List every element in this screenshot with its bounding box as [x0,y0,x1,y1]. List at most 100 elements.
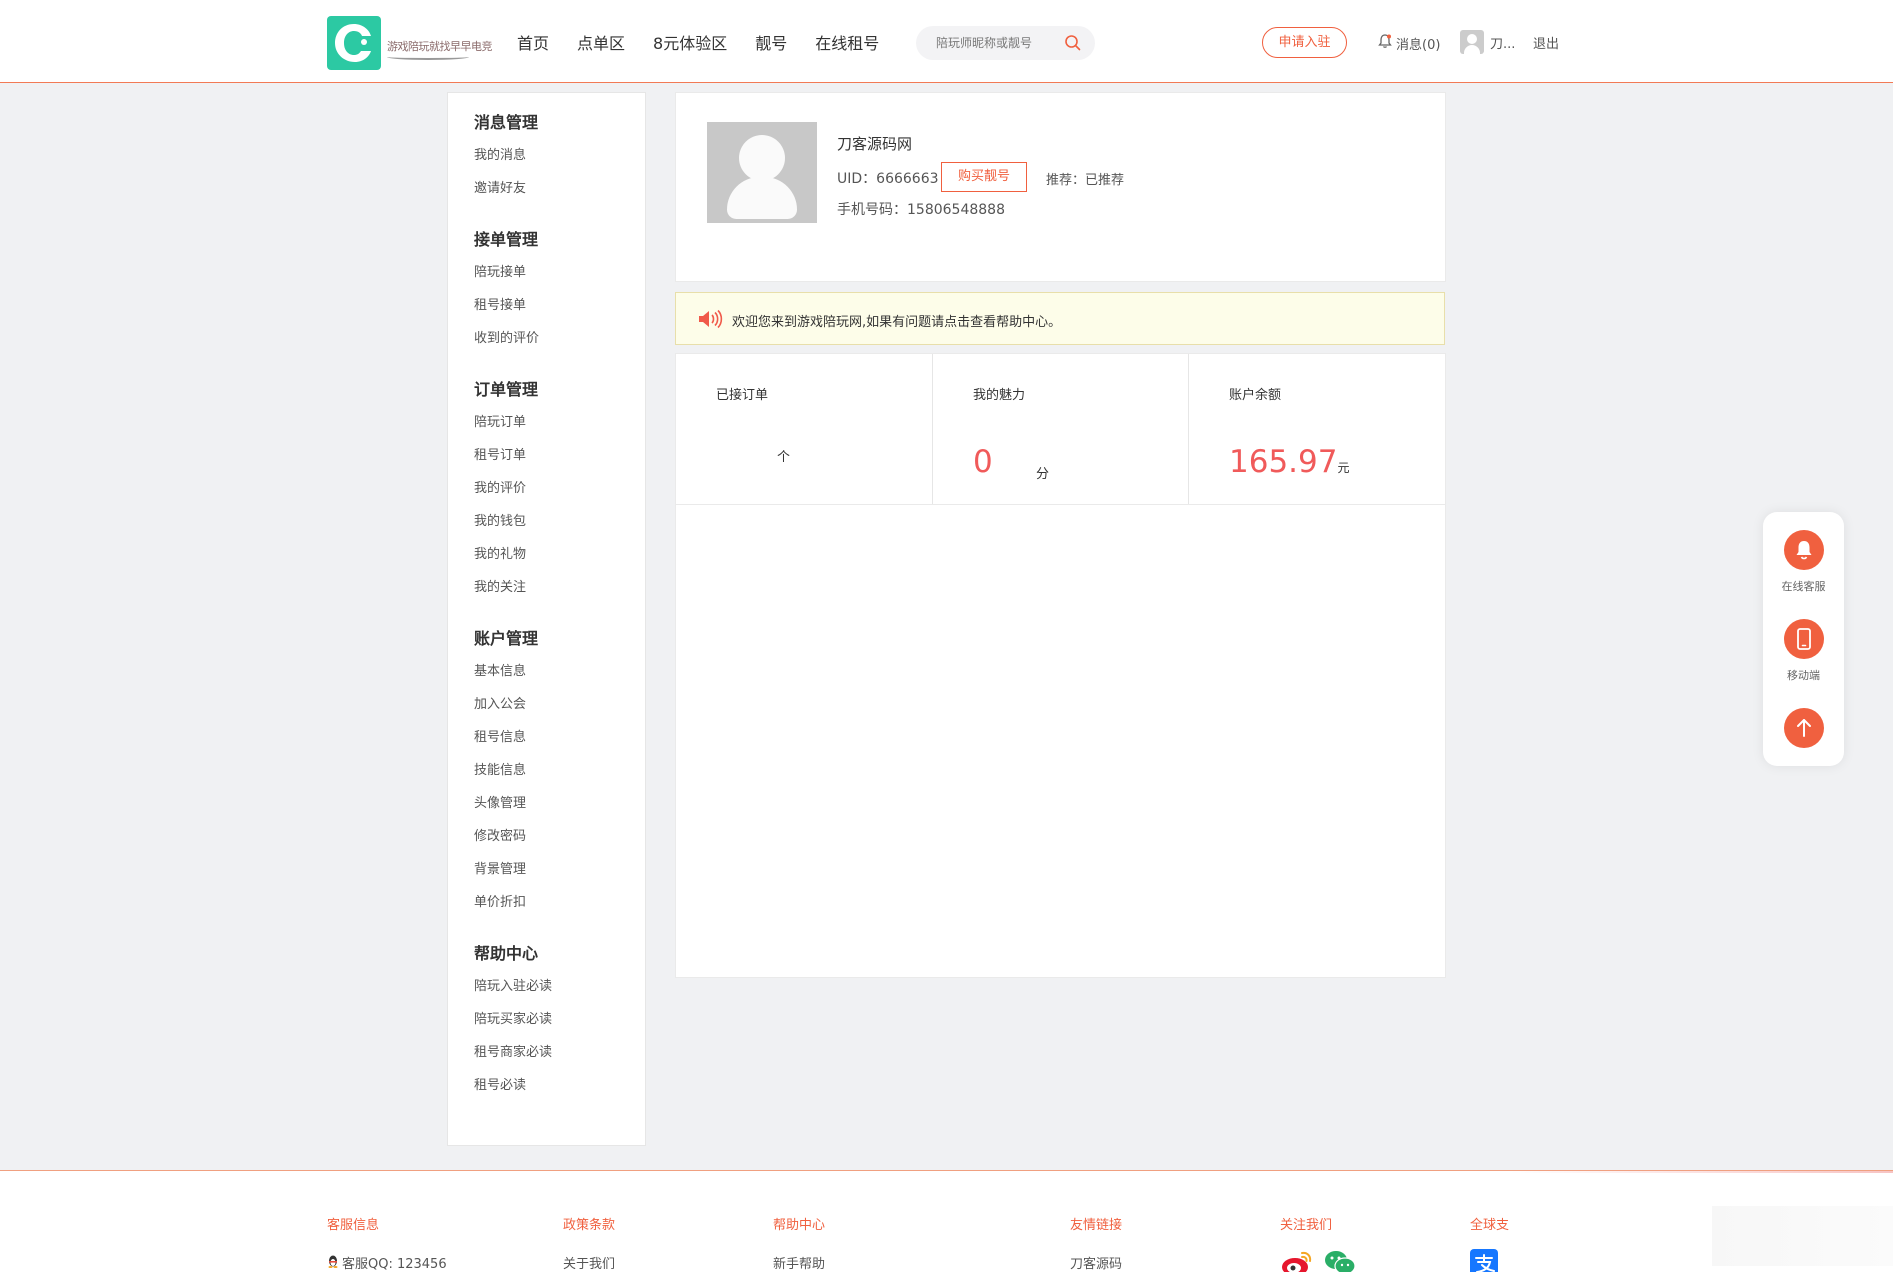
site-logo[interactable]: 游戏陪玩就找早早电竞 [327,16,493,71]
user-avatar-icon [1460,30,1484,54]
footer-title: 友情链接 [1070,1218,1123,1233]
messages-link[interactable]: 消息(0) [1377,33,1440,53]
sidebar-item-avatar-management[interactable]: 头像管理 [474,787,538,820]
mobile-phone-icon [1783,619,1824,659]
bell-icon [1377,33,1393,53]
stat-value: 165.97 [1229,444,1338,480]
footer-col-policy: 政策条款 关于我们 [563,1214,615,1272]
footer-item-qq[interactable]: 客服QQ: 123456 [327,1253,447,1272]
nav-trial-zone[interactable]: 8元体验区 [653,30,727,54]
profile-avatar[interactable] [707,122,817,223]
user-menu[interactable]: 刀... [1460,30,1515,54]
social-icons [1280,1249,1356,1272]
footer-faded-area [1712,1206,1893,1266]
sidebar-item-basic-info[interactable]: 基本信息 [474,655,538,688]
sidebar-item-my-gifts[interactable]: 我的礼物 [474,538,538,571]
content-area [675,505,1446,978]
nav-account-rental[interactable]: 在线租号 [815,30,879,54]
footer-item-link[interactable]: 刀客源码 [1070,1253,1122,1272]
profile-recommend-status: 推荐：已推荐 [1046,173,1125,188]
stat-received-orders: 已接订单 个 [676,354,932,504]
stat-label: 账户余额 [1229,388,1282,403]
sidebar-item-buyer-guide[interactable]: 陪玩买家必读 [474,1003,552,1036]
user-name: 刀... [1490,36,1516,52]
sidebar-item-rental-info[interactable]: 租号信息 [474,721,538,754]
sidebar-item-rental-orders-taking[interactable]: 租号接单 [474,289,539,322]
sidebar-section-account: 账户管理 基本信息 加入公会 租号信息 技能信息 头像管理 修改密码 背景管理 … [474,623,538,919]
sidebar-item-rental-guide[interactable]: 租号必读 [474,1069,552,1102]
footer-accent-bar [1510,1171,1893,1173]
sidebar-item-my-follows[interactable]: 我的关注 [474,571,538,604]
mobile-label: 移动端 [1787,669,1820,682]
sidebar-item-companion-join-guide[interactable]: 陪玩入驻必读 [474,970,552,1003]
weibo-icon[interactable] [1280,1249,1314,1272]
nav-home[interactable]: 首页 [517,30,549,54]
profile-name: 刀客源码网 [837,135,913,153]
footer-title: 政策条款 [563,1218,616,1233]
stat-label: 已接订单 [716,388,769,403]
alipay-icon[interactable] [1470,1249,1498,1272]
logout-link[interactable]: 退出 [1533,33,1559,52]
buy-premium-id-button[interactable]: 购买靓号 [941,162,1027,192]
apply-join-button[interactable]: 申请入驻 [1262,27,1347,58]
bell-service-icon [1783,530,1824,570]
sidebar-title: 接单管理 [474,230,539,249]
footer-item-beginner-help[interactable]: 新手帮助 [773,1253,825,1272]
online-service-label: 在线客服 [1781,580,1826,593]
footer-col-links: 友情链接 刀客源码 [1070,1214,1122,1272]
sidebar-item-my-messages[interactable]: 我的消息 [474,139,538,172]
sidebar-title: 帮助中心 [474,944,539,963]
sidebar-item-play-orders[interactable]: 陪玩订单 [474,406,538,439]
dolphin-logo-icon [327,16,381,70]
sidebar-item-join-guild[interactable]: 加入公会 [474,688,538,721]
sidebar-item-rental-orders[interactable]: 租号订单 [474,439,538,472]
messages-label: 消息(0) [1396,37,1441,53]
footer-title: 全球支 [1470,1218,1510,1233]
stat-balance: 账户余额 165.97元 [1188,354,1444,504]
floating-toolbar: 在线客服 移动端 [1763,512,1844,766]
search-icon[interactable] [1064,34,1082,56]
back-to-top-button[interactable] [1763,708,1844,748]
balance-display: 165.97元 [1229,444,1350,480]
nav-premium-id[interactable]: 靓号 [755,30,787,54]
stat-unit: 个 [777,450,791,465]
footer-item-text: 客服QQ: 123456 [342,1257,447,1272]
sidebar-title: 消息管理 [474,113,539,132]
footer-col-service: 客服信息 客服QQ: 123456 [327,1214,447,1272]
sidebar-section-messages: 消息管理 我的消息 邀请好友 [474,107,538,205]
profile-uid: UID：6666663 [837,171,939,187]
footer-col-follow: 关注我们 [1280,1214,1356,1272]
nav-order-zone[interactable]: 点单区 [577,30,625,54]
sidebar: 消息管理 我的消息 邀请好友 接单管理 陪玩接单 租号接单 收到的评价 订单管理… [447,92,646,1146]
search-input[interactable] [936,33,1066,53]
logo-text: 游戏陪玩就找早早电竞 [387,40,493,53]
sidebar-item-background-management[interactable]: 背景管理 [474,853,538,886]
speaker-icon [697,309,723,333]
sidebar-item-play-orders-taking[interactable]: 陪玩接单 [474,256,539,289]
sidebar-item-my-reviews[interactable]: 我的评价 [474,472,538,505]
footer-item-about-us[interactable]: 关于我们 [563,1253,615,1272]
avatar-body-shape [727,177,797,219]
sidebar-item-change-password[interactable]: 修改密码 [474,820,538,853]
top-header: 游戏陪玩就找早早电竞 首页 点单区 8元体验区 靓号 在线租号 申请入驻 消息(… [0,0,1893,83]
online-service-button[interactable]: 在线客服 [1763,530,1844,594]
sidebar-item-skill-info[interactable]: 技能信息 [474,754,538,787]
sidebar-section-help: 帮助中心 陪玩入驻必读 陪玩买家必读 租号商家必读 租号必读 [474,938,552,1102]
sidebar-item-invite-friends[interactable]: 邀请好友 [474,172,538,205]
sidebar-title: 账户管理 [474,629,539,648]
mobile-button[interactable]: 移动端 [1763,619,1844,683]
sidebar-item-price-discount[interactable]: 单价折扣 [474,886,538,919]
notice-banner: 欢迎您来到游戏陪玩网,如果有问题请点击查看帮助中心。 [675,292,1445,345]
sidebar-item-my-wallet[interactable]: 我的钱包 [474,505,538,538]
sidebar-item-received-reviews[interactable]: 收到的评价 [474,322,539,355]
sidebar-item-rental-merchant-guide[interactable]: 租号商家必读 [474,1036,552,1069]
payment-icons [1470,1249,1509,1272]
notice-text[interactable]: 欢迎您来到游戏陪玩网,如果有问题请点击查看帮助中心。 [732,311,1061,330]
sidebar-section-order-management: 订单管理 陪玩订单 租号订单 我的评价 我的钱包 我的礼物 我的关注 [474,374,538,604]
search-box [916,26,1095,60]
footer-col-global-pay: 全球支 [1470,1214,1509,1272]
wechat-icon[interactable] [1324,1249,1356,1272]
footer-col-help: 帮助中心 新手帮助 [773,1214,825,1272]
footer-title: 关注我们 [1280,1218,1333,1233]
stat-value: 0 [973,444,993,480]
